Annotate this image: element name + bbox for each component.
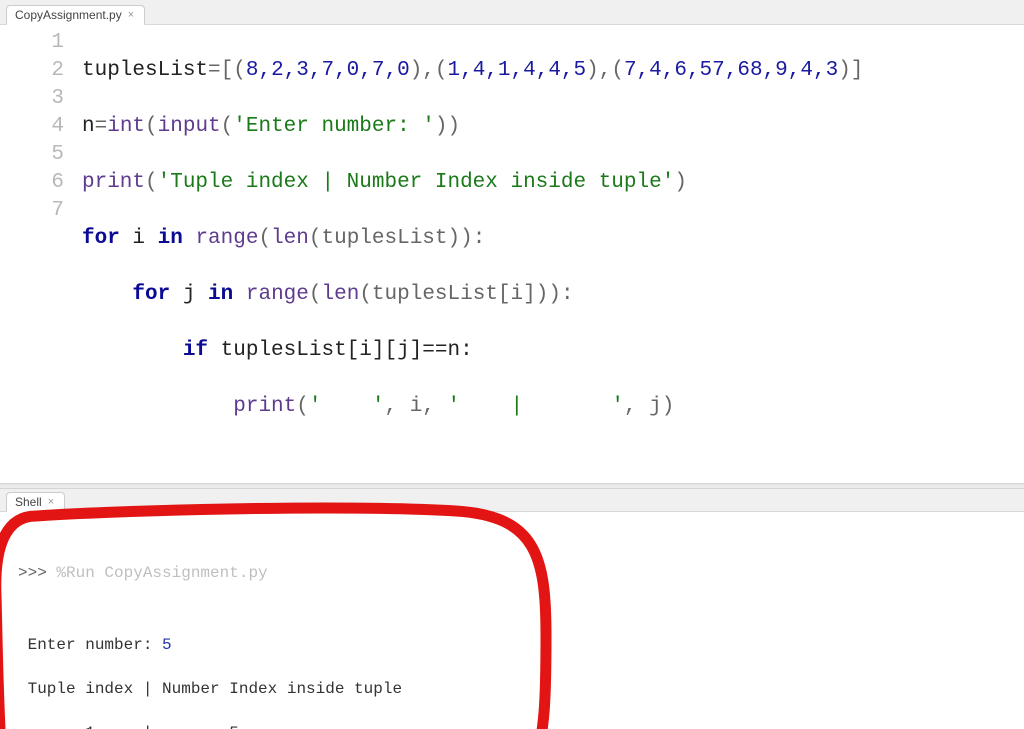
line-number: 2 bbox=[0, 57, 64, 85]
code-line: if tuplesList[i][j]==n: bbox=[82, 337, 863, 365]
shell-tab-bar: Shell × bbox=[0, 489, 1024, 512]
code-line: n=int(input('Enter number: ')) bbox=[82, 113, 863, 141]
shell-tab[interactable]: Shell × bbox=[6, 492, 65, 512]
line-number: 7 bbox=[0, 197, 64, 225]
code-area[interactable]: tuplesList=[(8,2,3,7,0,7,0),(1,4,1,4,4,5… bbox=[82, 29, 863, 477]
line-number: 1 bbox=[0, 29, 64, 57]
close-icon[interactable]: × bbox=[128, 9, 134, 21]
shell-line: Tuple index | Number Index inside tuple bbox=[18, 678, 1024, 700]
line-number: 6 bbox=[0, 169, 64, 197]
close-icon[interactable]: × bbox=[48, 496, 54, 508]
code-line: tuplesList=[(8,2,3,7,0,7,0),(1,4,1,4,4,5… bbox=[82, 57, 863, 85]
code-editor[interactable]: 1 2 3 4 5 6 7 tuplesList=[(8,2,3,7,0,7,0… bbox=[0, 25, 1024, 483]
line-number: 3 bbox=[0, 85, 64, 113]
code-line: for j in range(len(tuplesList[i])): bbox=[82, 281, 863, 309]
line-number: 4 bbox=[0, 113, 64, 141]
editor-tab[interactable]: CopyAssignment.py × bbox=[6, 5, 145, 25]
shell-line: >>> %Run CopyAssignment.py bbox=[18, 562, 1024, 584]
code-line: print(' ', i, ' | ', j) bbox=[82, 393, 863, 421]
code-line: print('Tuple index | Number Index inside… bbox=[82, 169, 863, 197]
editor-tab-bar: CopyAssignment.py × bbox=[0, 0, 1024, 25]
line-number: 5 bbox=[0, 141, 64, 169]
line-gutter: 1 2 3 4 5 6 7 bbox=[0, 29, 82, 477]
shell-line: 1 | 5 bbox=[18, 722, 1024, 729]
shell-line: Enter number: 5 bbox=[18, 634, 1024, 656]
code-line: for i in range(len(tuplesList)): bbox=[82, 225, 863, 253]
editor-tab-label: CopyAssignment.py bbox=[15, 8, 122, 22]
shell-output[interactable]: >>> %Run CopyAssignment.py Enter number:… bbox=[0, 512, 1024, 729]
spacer bbox=[18, 606, 1024, 612]
shell-tab-label: Shell bbox=[15, 495, 42, 509]
